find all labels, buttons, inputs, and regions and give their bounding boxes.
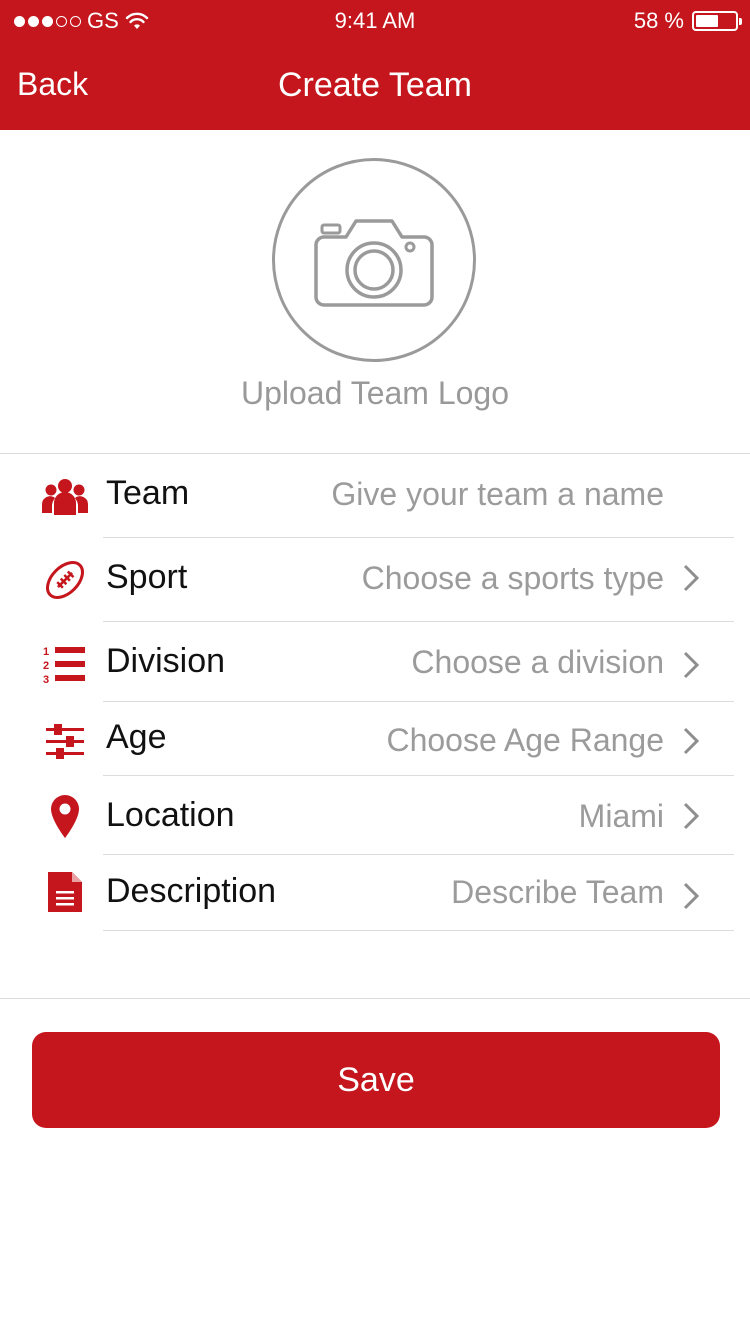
numbered-list-icon: 1 2 3: [42, 642, 88, 688]
sport-row[interactable]: Sport Choose a sports type: [0, 538, 750, 622]
chevron-right-icon: [683, 802, 700, 830]
location-pin-icon: [42, 793, 88, 839]
navigation-bar: GS 9:41 AM 58 % Back Create Team: [0, 0, 750, 130]
division-label: Division: [106, 642, 226, 680]
description-label: Description: [106, 872, 277, 910]
battery-percentage: 58 %: [633, 8, 684, 33]
division-row[interactable]: 1 2 3 Division Choose a division: [0, 622, 750, 702]
document-icon: [42, 869, 88, 915]
division-value: Choose a division: [411, 644, 664, 680]
team-name-row[interactable]: Team Give your team a name: [0, 454, 750, 538]
upload-logo-label[interactable]: Upload Team Logo: [0, 375, 750, 412]
sport-label: Sport: [106, 558, 188, 596]
location-label: Location: [106, 796, 235, 834]
location-row[interactable]: Location Miami: [0, 776, 750, 855]
team-name-input[interactable]: Give your team a name: [331, 476, 664, 513]
svg-text:2: 2: [43, 660, 49, 672]
sliders-icon: [42, 718, 88, 764]
description-row[interactable]: Description Describe Team: [0, 855, 750, 931]
battery-icon: [692, 11, 742, 31]
svg-text:3: 3: [43, 674, 49, 686]
camera-icon: [314, 219, 434, 307]
svg-text:1: 1: [43, 646, 49, 658]
age-label: Age: [106, 718, 167, 756]
location-value: Miami: [578, 798, 664, 834]
status-bar: GS 9:41 AM 58 %: [0, 8, 750, 36]
age-row[interactable]: Age Choose Age Range: [0, 702, 750, 776]
save-button[interactable]: Save: [32, 1032, 720, 1128]
upload-logo-button[interactable]: [272, 158, 476, 362]
team-icon: [42, 473, 88, 519]
chevron-right-icon: [683, 564, 700, 592]
chevron-right-icon: [683, 882, 700, 910]
battery-status: 58 %: [633, 8, 742, 34]
divider: [0, 998, 750, 999]
chevron-right-icon: [683, 651, 700, 679]
age-value: Choose Age Range: [386, 722, 664, 758]
team-label: Team: [106, 474, 190, 512]
football-icon: [42, 557, 88, 603]
description-value: Describe Team: [451, 874, 664, 910]
chevron-right-icon: [683, 727, 700, 755]
sport-value: Choose a sports type: [361, 560, 664, 596]
page-title: Create Team: [277, 66, 473, 104]
